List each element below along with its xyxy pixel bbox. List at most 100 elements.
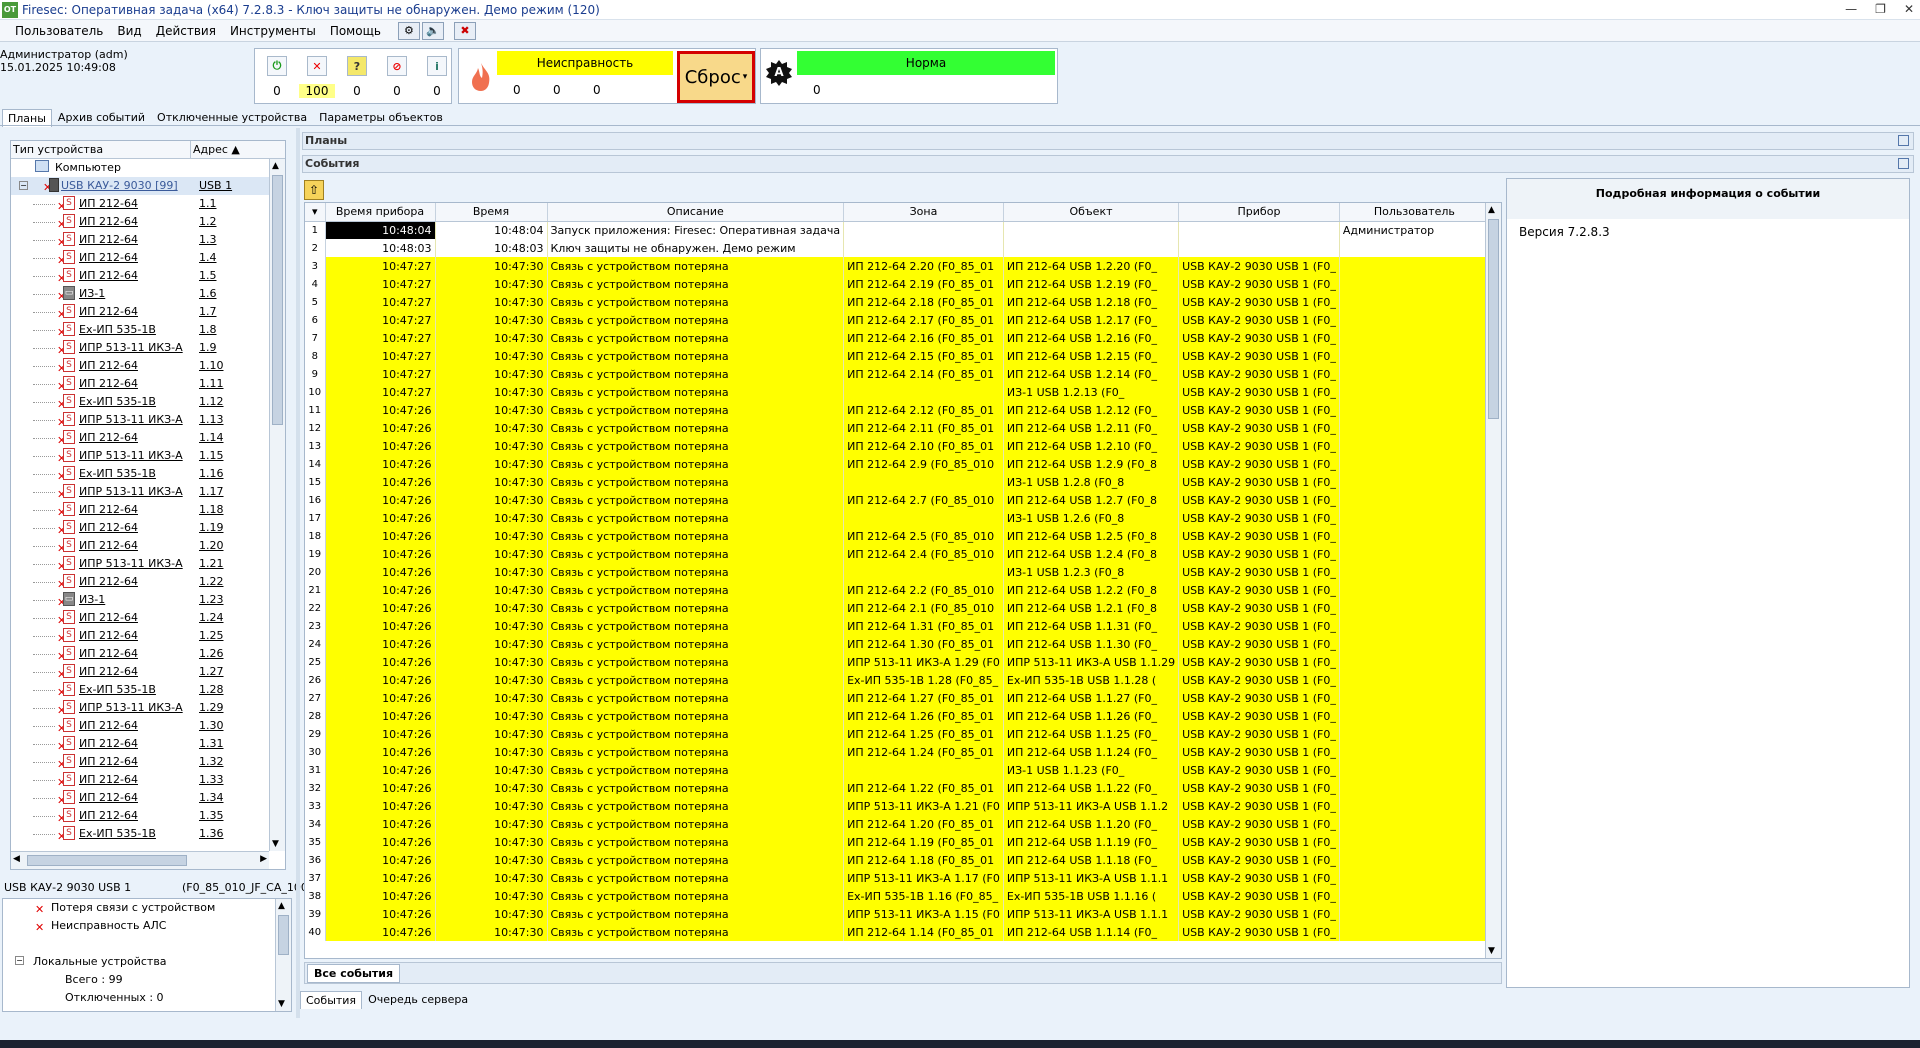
event-row[interactable]: 10 10:47:27 10:47:30 Связь с устройством по… bbox=[305, 383, 1490, 401]
tree-item[interactable]: ✕ S ИПР 513-11 ИКЗ-А 1.21 bbox=[11, 555, 269, 573]
event-row[interactable]: 7 10:47:27 10:47:30 Связь с устройством пот… bbox=[305, 329, 1490, 347]
scroll-up-icon[interactable]: ▲ bbox=[272, 161, 279, 171]
tree-item[interactable]: ✕ S ИП 212-64 1.24 bbox=[11, 609, 269, 627]
tree-item[interactable]: ✕ S ИП 212-64 1.35 bbox=[11, 807, 269, 825]
tree-scroll-thumb[interactable] bbox=[272, 175, 283, 425]
event-row[interactable]: 29 10:47:26 10:47:30 Связь с устройством по… bbox=[305, 725, 1490, 743]
fault-x-icon[interactable]: ✕ bbox=[307, 56, 327, 76]
scroll-right-icon[interactable]: ▶ bbox=[260, 854, 267, 864]
tree-item[interactable]: ✕ S ИП 212-64 1.30 bbox=[11, 717, 269, 735]
tree-item[interactable]: ✕ S ИП 212-64 1.25 bbox=[11, 627, 269, 645]
scroll-down-icon[interactable]: ▼ bbox=[1488, 946, 1495, 956]
event-row[interactable]: 2 10:48:03 10:48:03 Ключ защиты не обнаруже… bbox=[305, 239, 1490, 257]
scroll-up-icon[interactable]: ▲ bbox=[1488, 205, 1495, 215]
tree-item[interactable]: ✕ S ИП 212-64 1.27 bbox=[11, 663, 269, 681]
menu-tools[interactable]: Инструменты bbox=[223, 24, 323, 38]
event-row[interactable]: 20 10:47:26 10:47:30 Связь с устройством по… bbox=[305, 563, 1490, 581]
event-row[interactable]: 31 10:47:26 10:47:30 Связь с устройством по… bbox=[305, 761, 1490, 779]
menu-view[interactable]: Вид bbox=[110, 24, 148, 38]
tree-item[interactable]: ✕ S Ex-ИП 535-1В 1.28 bbox=[11, 681, 269, 699]
tab-all-events[interactable]: Все события bbox=[307, 964, 401, 983]
grid-scroll-thumb[interactable] bbox=[1488, 219, 1499, 419]
event-row[interactable]: 28 10:47:26 10:47:30 Связь с устройством по… bbox=[305, 707, 1490, 725]
tree-hscroll-thumb[interactable] bbox=[27, 855, 187, 866]
tree-item[interactable]: ✕ S ИП 212-64 1.32 bbox=[11, 753, 269, 771]
event-row[interactable]: 18 10:47:26 10:47:30 Связь с устройством по… bbox=[305, 527, 1490, 545]
event-row[interactable]: 30 10:47:26 10:47:30 Связь с устройством по… bbox=[305, 743, 1490, 761]
event-row[interactable]: 35 10:47:26 10:47:30 Связь с устройством по… bbox=[305, 833, 1490, 851]
tree-item[interactable]: ✕ S ИП 212-64 1.20 bbox=[11, 537, 269, 555]
tree-item[interactable]: ✕ S ИПР 513-11 ИКЗ-А 1.17 bbox=[11, 483, 269, 501]
event-row[interactable]: 33 10:47:26 10:47:30 Связь с устройством по… bbox=[305, 797, 1490, 815]
menu-help[interactable]: Помощь bbox=[323, 24, 388, 38]
tree-item[interactable]: ✕ S ИП 212-64 1.33 bbox=[11, 771, 269, 789]
maximize-panel-icon[interactable] bbox=[1898, 135, 1909, 146]
tree-item[interactable]: ✕ S ИП 212-64 1.1 bbox=[11, 195, 269, 213]
col-time[interactable]: Время bbox=[435, 203, 548, 222]
event-row[interactable]: 34 10:47:26 10:47:30 Связь с устройством по… bbox=[305, 815, 1490, 833]
event-row[interactable]: 37 10:47:26 10:47:30 Связь с устройством по… bbox=[305, 869, 1490, 887]
tree-item[interactable]: ✕ S ИП 212-64 1.22 bbox=[11, 573, 269, 591]
event-row[interactable]: 22 10:47:26 10:47:30 Связь с устройством по… bbox=[305, 599, 1490, 617]
event-row[interactable]: 17 10:47:26 10:47:30 Связь с устройством по… bbox=[305, 509, 1490, 527]
collapse-icon[interactable]: − bbox=[19, 181, 28, 190]
tree-item[interactable]: ✕ ▭ ИЗ-1 1.6 bbox=[11, 285, 269, 303]
event-row[interactable]: 21 10:47:26 10:47:30 Связь с устройством по… bbox=[305, 581, 1490, 599]
event-row[interactable]: 9 10:47:27 10:47:30 Связь с устройством пот… bbox=[305, 365, 1490, 383]
menu-user[interactable]: Пользователь bbox=[8, 24, 110, 38]
event-row[interactable]: 27 10:47:26 10:47:30 Связь с устройством по… bbox=[305, 689, 1490, 707]
tree-item[interactable]: ✕ ▭ ИЗ-1 1.23 bbox=[11, 591, 269, 609]
tree-item[interactable]: ✕ S ИП 212-64 1.18 bbox=[11, 501, 269, 519]
event-row[interactable]: 4 10:47:27 10:47:30 Связь с устройством пот… bbox=[305, 275, 1490, 293]
tree-horizontal-scrollbar[interactable]: ◀ ▶ bbox=[11, 851, 269, 869]
event-row[interactable]: 19 10:47:26 10:47:30 Связь с устройством по… bbox=[305, 545, 1490, 563]
tree-item[interactable]: ✕ S ИП 212-64 1.3 bbox=[11, 231, 269, 249]
tree-item[interactable]: ✕ S ИП 212-64 1.4 bbox=[11, 249, 269, 267]
event-row[interactable]: 25 10:47:26 10:47:30 Связь с устройством по… bbox=[305, 653, 1490, 671]
tree-item[interactable]: ✕ S ИП 212-64 1.19 bbox=[11, 519, 269, 537]
collapse-icon[interactable]: − bbox=[15, 956, 24, 965]
event-row[interactable]: 26 10:47:26 10:47:30 Связь с устройством по… bbox=[305, 671, 1490, 689]
tree-item[interactable]: ✕ S ИП 212-64 1.10 bbox=[11, 357, 269, 375]
event-row[interactable]: 14 10:47:26 10:47:30 Связь с устройством по… bbox=[305, 455, 1490, 473]
close-icon[interactable]: ✕ bbox=[1904, 2, 1914, 16]
tree-item[interactable]: ✕ S Ex-ИП 535-1В 1.36 bbox=[11, 825, 269, 843]
panel-splitter[interactable] bbox=[296, 128, 300, 1018]
tree-item[interactable]: ✕ S ИПР 513-11 ИКЗ-А 1.9 bbox=[11, 339, 269, 357]
tree-item[interactable]: ✕ S ИП 212-64 1.14 bbox=[11, 429, 269, 447]
maximize-icon[interactable]: ❐ bbox=[1875, 2, 1886, 16]
event-row[interactable]: 39 10:47:26 10:47:30 Связь с устройством по… bbox=[305, 905, 1490, 923]
event-row[interactable]: 32 10:47:26 10:47:30 Связь с устройством по… bbox=[305, 779, 1490, 797]
grid-vertical-scrollbar[interactable]: ▲ ▼ bbox=[1485, 203, 1501, 958]
scroll-up-icon[interactable]: ▲ bbox=[278, 901, 285, 911]
event-row[interactable]: 16 10:47:26 10:47:30 Связь с устройством по… bbox=[305, 491, 1490, 509]
tree-item[interactable]: ✕ S ИП 212-64 1.31 bbox=[11, 735, 269, 753]
col-object[interactable]: Объект bbox=[1003, 203, 1180, 222]
col-zone[interactable]: Зона bbox=[843, 203, 1004, 222]
reset-button[interactable]: Сброс ▾ bbox=[677, 51, 755, 103]
event-row[interactable]: 36 10:47:26 10:47:30 Связь с устройством по… bbox=[305, 851, 1490, 869]
tree-item[interactable]: ✕ S ИП 212-64 1.7 bbox=[11, 303, 269, 321]
tree-device-row[interactable]: − ✕ USB КАУ-2 9030 [99] USB 1 bbox=[11, 177, 269, 195]
tree-item[interactable]: ✕ S Ex-ИП 535-1В 1.16 bbox=[11, 465, 269, 483]
col-user[interactable]: Пользователь bbox=[1339, 203, 1490, 222]
question-icon[interactable]: ? bbox=[347, 56, 367, 76]
tab-events[interactable]: События bbox=[300, 991, 363, 1009]
export-up-icon[interactable]: ⇧ bbox=[304, 180, 324, 200]
event-row[interactable]: 3 10:47:27 10:47:30 Связь с устройством пот… bbox=[305, 257, 1490, 275]
tree-item[interactable]: ✕ S ИП 212-64 1.26 bbox=[11, 645, 269, 663]
tree-item[interactable]: ✕ S ИПР 513-11 ИКЗ-А 1.29 bbox=[11, 699, 269, 717]
tree-item[interactable]: ✕ S ИП 212-64 1.5 bbox=[11, 267, 269, 285]
info-vertical-scrollbar[interactable]: ▲ ▼ bbox=[275, 899, 291, 1011]
menu-actions[interactable]: Действия bbox=[149, 24, 223, 38]
tree-item[interactable]: ✕ S ИПР 513-11 ИКЗ-А 1.13 bbox=[11, 411, 269, 429]
tree-item[interactable]: ✕ S ИП 212-64 1.34 bbox=[11, 789, 269, 807]
event-row[interactable]: 11 10:47:26 10:47:30 Связь с устройством по… bbox=[305, 401, 1490, 419]
event-row[interactable]: 8 10:47:27 10:47:30 Связь с устройством пот… bbox=[305, 347, 1490, 365]
no-entry-icon[interactable]: ⊘ bbox=[387, 56, 407, 76]
event-row[interactable]: 1 10:48:04 10:48:04 Запуск приложения: Fire… bbox=[305, 221, 1490, 239]
event-row[interactable]: 24 10:47:26 10:47:30 Связь с устройством по… bbox=[305, 635, 1490, 653]
col-address[interactable]: Адрес ▲ bbox=[191, 141, 271, 158]
power-icon[interactable]: ⏻ bbox=[267, 56, 287, 76]
scroll-left-icon[interactable]: ◀ bbox=[13, 854, 20, 864]
